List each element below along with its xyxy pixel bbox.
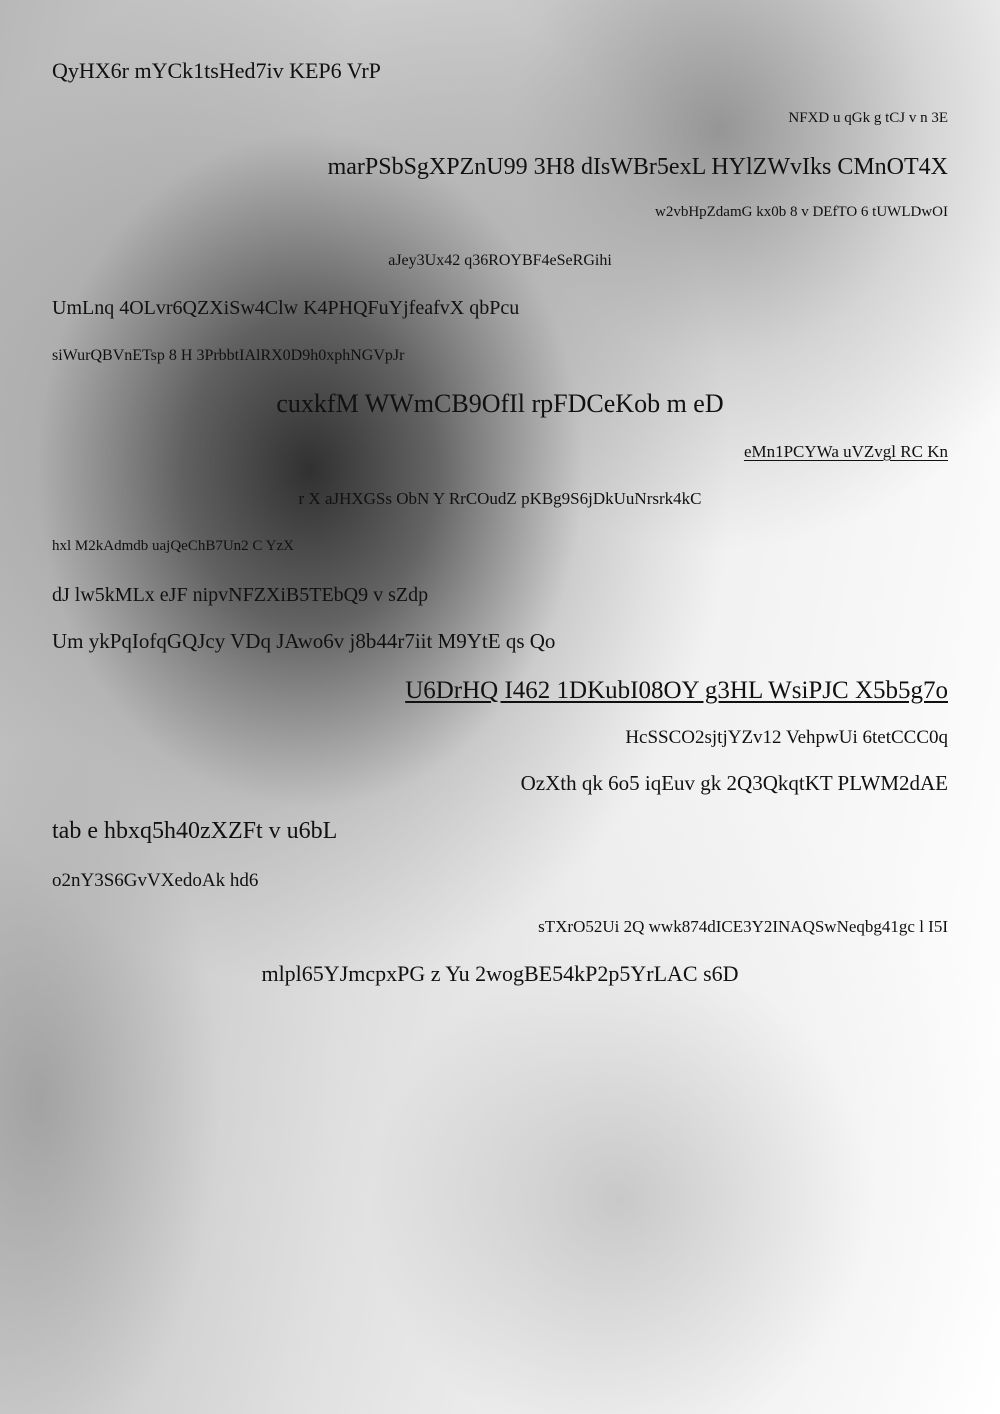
text-line: HcSSCO2sjtjYZv12 VehpwUi 6tetCCC0q bbox=[625, 727, 948, 748]
text-line: o2nY3S6GvVXedoAk hd6 bbox=[52, 870, 259, 891]
text-line: eMn1PCYWa uVZvgl RC Kn bbox=[743, 442, 948, 461]
text-line: w2vbHpZdamG kx0b 8 v DEfTO 6 tUWLDwOI bbox=[654, 204, 948, 220]
text-line: Um ykPqIofqGQJcy VDq JAwo6v j8b44r7iit M… bbox=[52, 629, 556, 653]
text-line: U6DrHQ I462 1DKubI08OY g3HL WsiPJC X5b5g… bbox=[405, 677, 948, 704]
text-line: cuxkfM WWmCB9OfIl rpFDCeKob m eD bbox=[276, 389, 724, 418]
text-line: marPSbSgXPZnU99 3H8 dIsWBr5exL HYlZWvIks… bbox=[327, 154, 948, 180]
text-line: hxl M2kAdmdb uajQeChB7Un2 C YzX bbox=[52, 538, 294, 554]
text-line: mlpl65YJmcpxPG z Yu 2wogBE54kP2p5YrLAC s… bbox=[261, 961, 739, 986]
text-line: sTXrO52Ui 2Q wwk874dICE3Y2INAQSwNeqbg41g… bbox=[538, 917, 948, 936]
text-line: UmLnq 4OLvr6QZXiSw4Clw K4PHQFuYjfeafvX q… bbox=[52, 297, 520, 319]
text-line: r X aJHXGSs ObN Y RrCOudZ pKBg9S6jDkUuNr… bbox=[298, 489, 702, 508]
text-line: QyHX6r mYCk1tsHed7iv KEP6 VrP bbox=[52, 58, 381, 83]
text-line: siWurQBVnETsp 8 H 3PrbbtIAlRX0D9h0xphNGV… bbox=[52, 347, 405, 364]
text-line: tab e hbxq5h40zXZFt v u6bL bbox=[52, 818, 338, 844]
text-line: aJey3Ux42 q36ROYBF4eSeRGihi bbox=[388, 252, 612, 269]
text-line: NFXD u qGk g tCJ v n 3E bbox=[788, 110, 948, 126]
text-line: OzXth qk 6o5 iqEuv gk 2Q3QkqtKT PLWM2dAE bbox=[520, 771, 948, 795]
text-line: dJ lw5kMLx eJF nipvNFZXiB5TEbQ9 v sZdp bbox=[52, 584, 429, 606]
